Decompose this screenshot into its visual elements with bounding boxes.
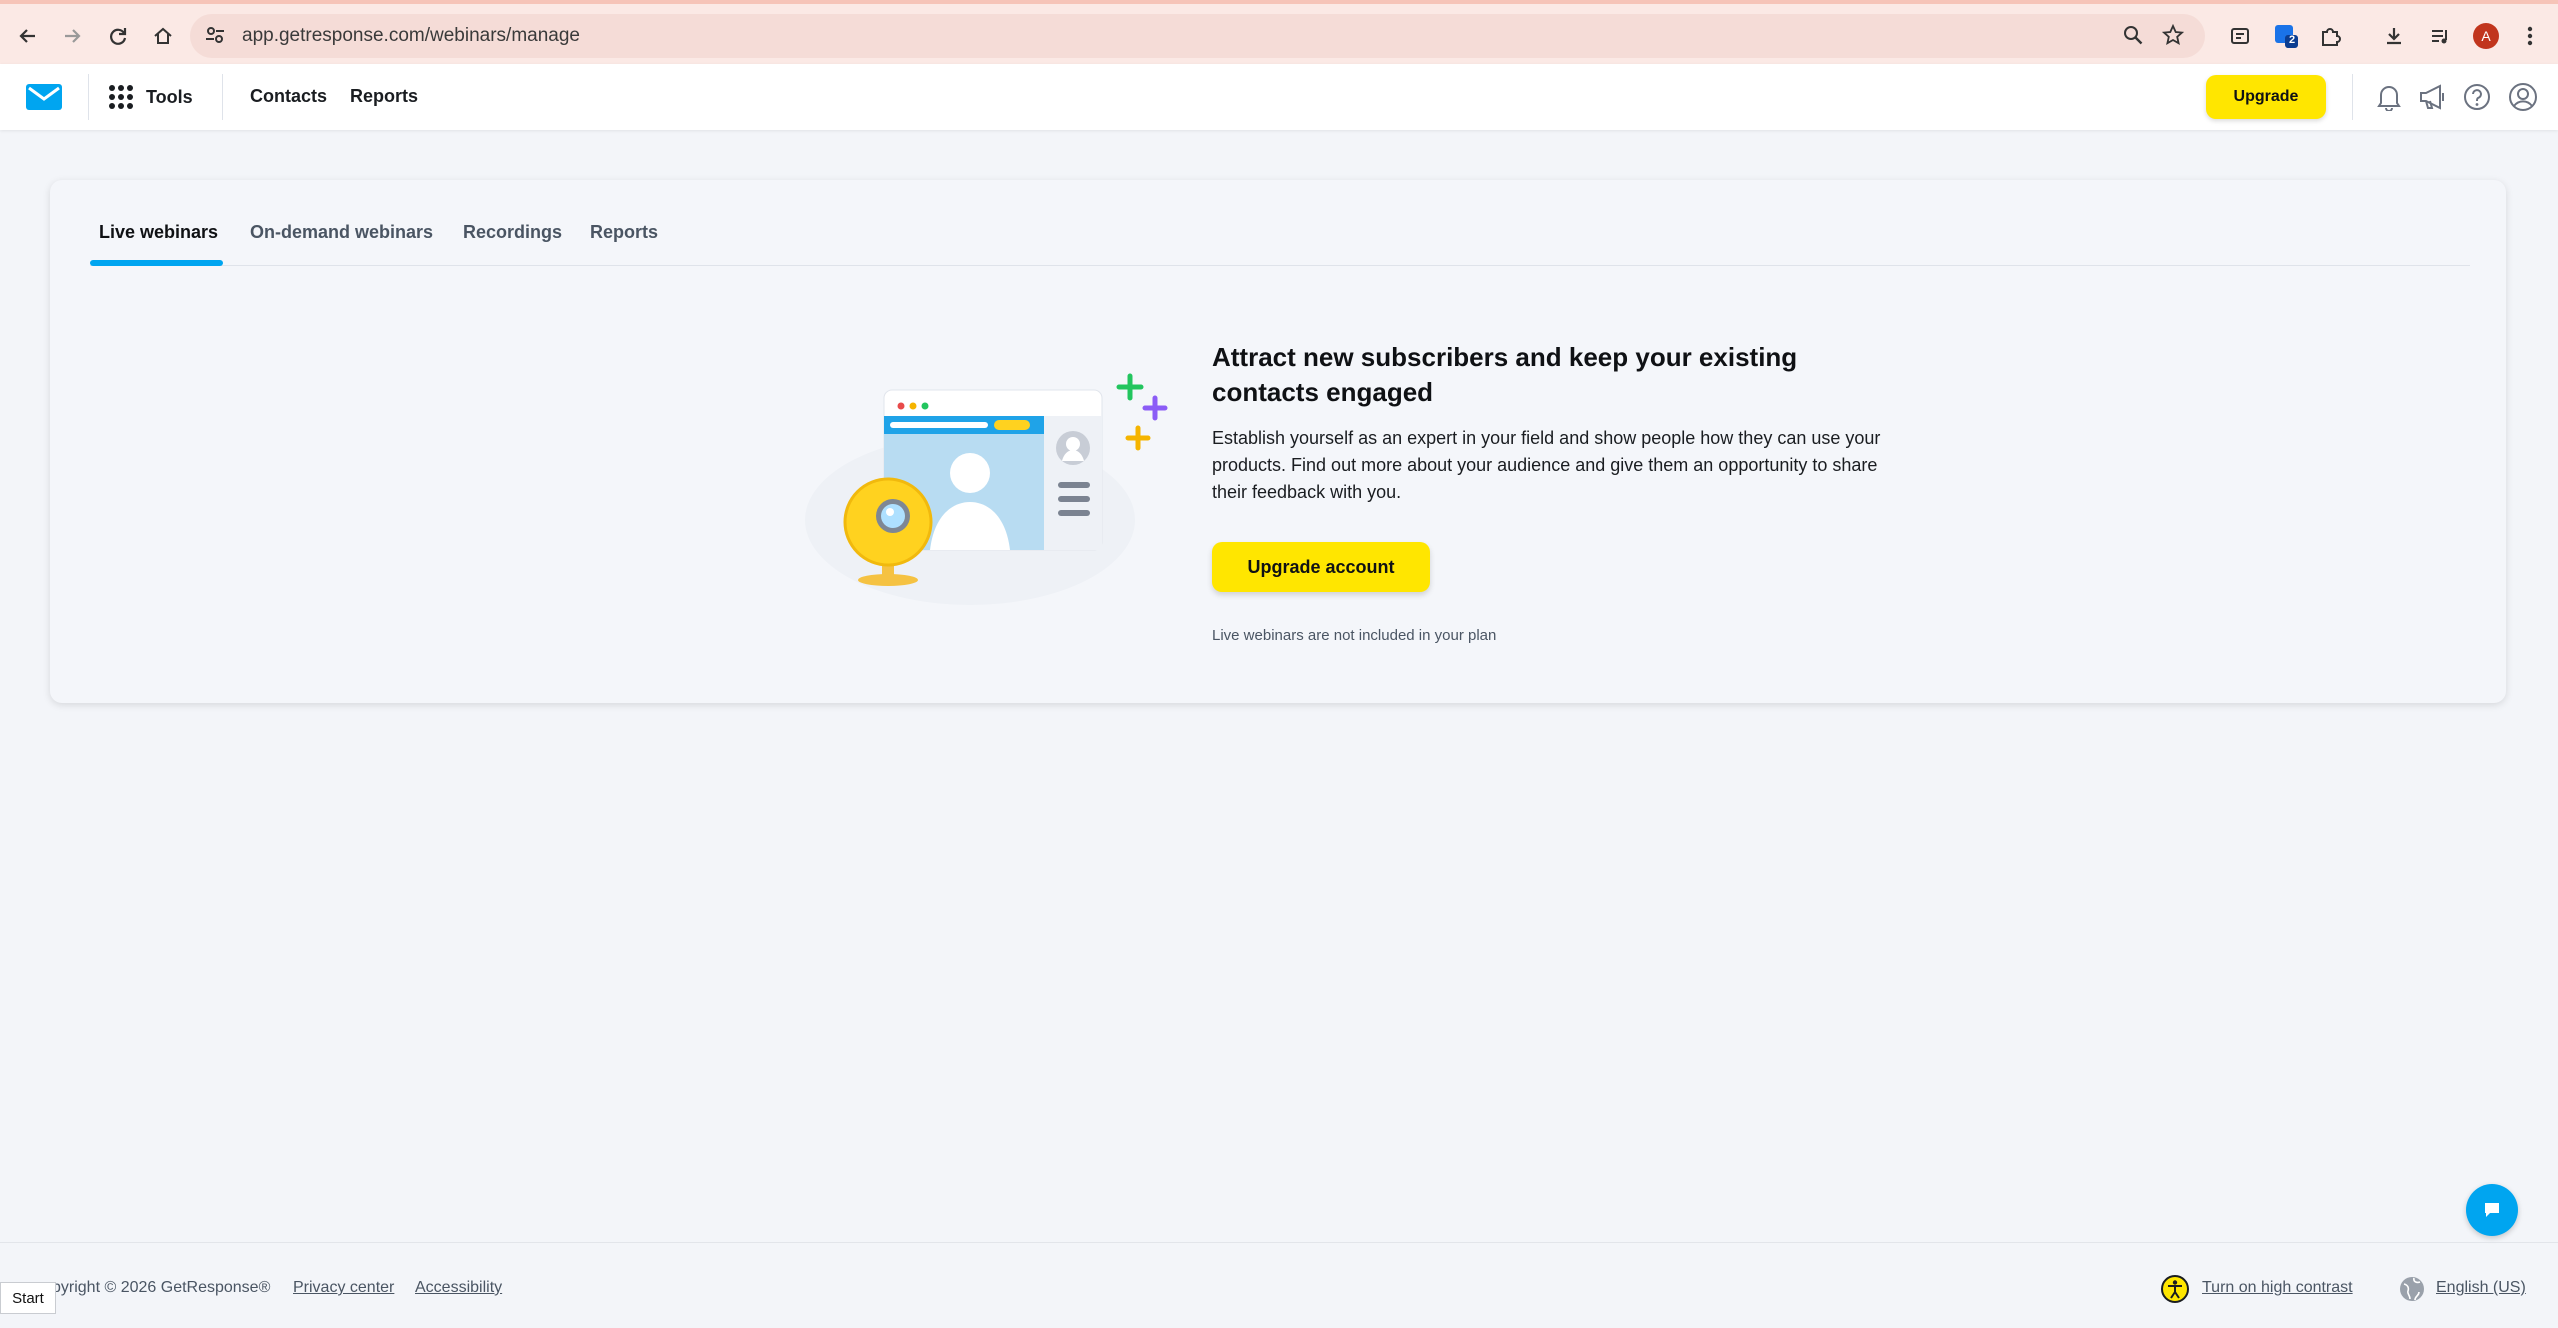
webinar-tabs: Live webinars On-demand webinars Recordi… <box>90 180 2470 266</box>
language-selector[interactable]: English (US) <box>2436 1279 2526 1297</box>
zoom-icon[interactable] <box>2122 24 2144 51</box>
accessibility-icon <box>2160 1274 2190 1309</box>
promo-description: Establish yourself as an expert in your … <box>1212 428 1881 502</box>
plan-note: Live webinars are not included in your p… <box>1212 627 1497 644</box>
forward-icon[interactable] <box>52 16 92 56</box>
back-icon[interactable] <box>8 16 48 56</box>
header-divider <box>222 74 223 120</box>
chat-support-button[interactable] <box>2466 1184 2518 1236</box>
extension-badge-count: 2 <box>2289 34 2296 46</box>
profile-avatar[interactable]: A <box>2472 22 2500 50</box>
url-text: app.getresponse.com/webinars/manage <box>242 25 580 46</box>
tools-menu-button[interactable]: Tools <box>108 82 193 112</box>
tab-reports[interactable]: Reports <box>590 222 658 243</box>
accessibility-link[interactable]: Accessibility <box>415 1279 502 1297</box>
download-icon[interactable] <box>2380 22 2408 50</box>
upgrade-account-button[interactable]: Upgrade account <box>1212 542 1430 592</box>
footer-divider <box>0 1242 2558 1243</box>
high-contrast-toggle[interactable]: Turn on high contrast <box>2202 1279 2353 1297</box>
browser-toolbar: app.getresponse.com/webinars/manage 2 A <box>0 0 2558 64</box>
active-tab-indicator <box>90 260 223 266</box>
copyright-text: pyright © 2026 GetResponse® <box>52 1279 271 1296</box>
puzzle-icon[interactable] <box>2316 22 2344 50</box>
nav-reports[interactable]: Reports <box>350 86 418 107</box>
help-icon[interactable] <box>2460 80 2494 114</box>
account-user-icon[interactable] <box>2506 80 2540 114</box>
home-icon[interactable] <box>143 16 183 56</box>
tools-label: Tools <box>146 86 193 107</box>
browser-menu-icon[interactable] <box>2516 22 2544 50</box>
address-bar[interactable]: app.getresponse.com/webinars/manage <box>190 14 2205 58</box>
privacy-center-link[interactable]: Privacy center <box>293 1279 394 1297</box>
start-button[interactable]: Start <box>0 1282 56 1314</box>
announcements-megaphone-icon[interactable] <box>2416 80 2450 114</box>
chat-icon <box>2485 1203 2499 1217</box>
site-settings-icon[interactable] <box>204 24 226 51</box>
promo-headline: Attract new subscribers and keep your ex… <box>1212 342 1798 407</box>
extension-badge-icon[interactable]: 2 <box>2272 22 2300 50</box>
nav-contacts[interactable]: Contacts <box>250 86 327 107</box>
notifications-bell-icon[interactable] <box>2372 80 2406 114</box>
reload-icon[interactable] <box>98 16 138 56</box>
getresponse-logo-icon[interactable] <box>26 84 62 115</box>
globe-icon <box>2398 1275 2426 1308</box>
upgrade-button[interactable]: Upgrade <box>2206 75 2326 119</box>
webinars-card: Live webinars On-demand webinars Recordi… <box>50 180 2506 703</box>
app-header: Tools Contacts Reports Upgrade <box>0 64 2558 130</box>
media-control-icon[interactable] <box>2426 22 2454 50</box>
header-divider <box>88 74 89 120</box>
webinar-illustration <box>780 370 1180 630</box>
bookmark-star-icon[interactable] <box>2161 23 2185 51</box>
tab-on-demand-webinars[interactable]: On-demand webinars <box>250 222 433 243</box>
profile-initial: A <box>2473 23 2499 49</box>
tab-recordings[interactable]: Recordings <box>463 222 562 243</box>
extension-icon[interactable] <box>2226 22 2254 50</box>
tab-live-webinars[interactable]: Live webinars <box>99 222 218 243</box>
header-divider <box>2352 74 2353 120</box>
apps-grid-icon <box>109 85 133 109</box>
